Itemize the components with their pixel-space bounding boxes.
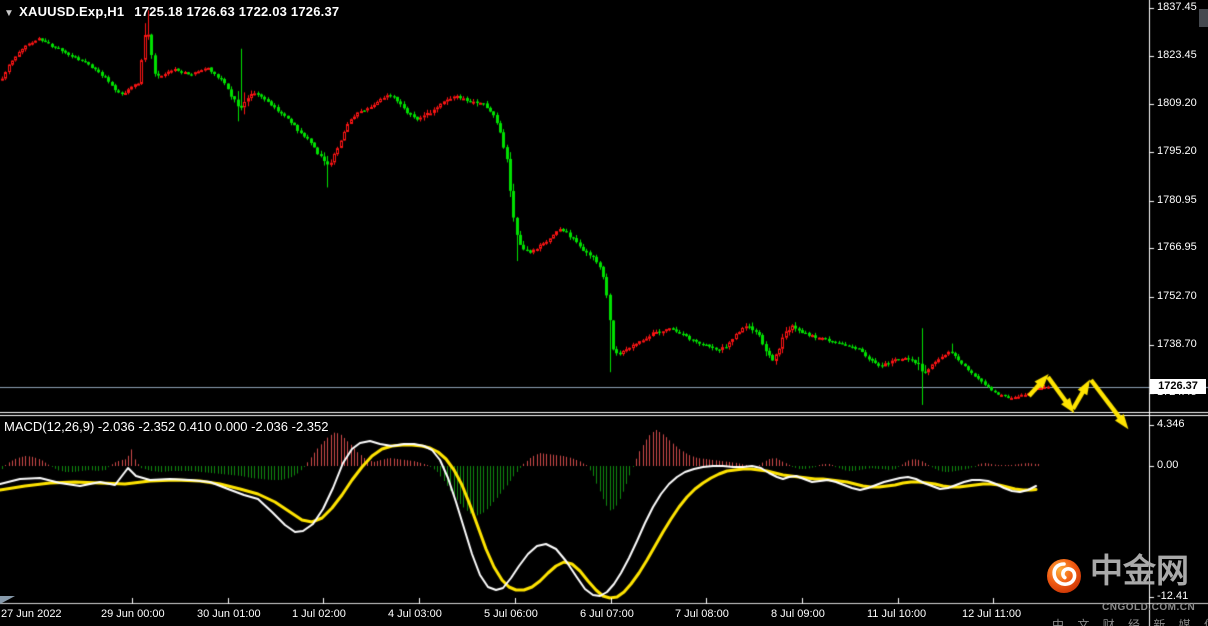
time-axis-label: 11 Jul 10:00 — [867, 608, 927, 620]
price-axis-label: 1752.70 — [1157, 290, 1197, 302]
chart-title-bar: ▼ XAUUSD.Exp,H1 1725.18 1726.63 1722.03 17… — [4, 4, 339, 19]
price-axis-label: 1780.95 — [1157, 194, 1197, 206]
price-axis-label: 1795.20 — [1157, 145, 1197, 157]
chart-symbol-label: XAUUSD.Exp,H1 — [19, 4, 125, 19]
current-price-tag: 1726.37 — [1150, 379, 1206, 394]
time-axis-label: 5 Jul 06:00 — [484, 608, 538, 620]
time-axis-label: 6 Jul 07:00 — [580, 608, 634, 620]
brand-text: 中金网 — [1090, 551, 1189, 590]
time-axis-label: 29 Jun 00:00 — [101, 608, 165, 620]
ohlc-quote-label: 1725.18 1726.63 1722.03 1726.37 — [134, 4, 340, 19]
macd-indicator-label: MACD(12,26,9) -2.036 -2.352 0.410 0.000 … — [4, 419, 329, 434]
price-axis-label: 1738.70 — [1157, 338, 1197, 350]
time-axis-label: 8 Jul 09:00 — [771, 608, 825, 620]
price-axis-label: 1823.45 — [1157, 49, 1197, 61]
cloud-logo-icon — [1047, 559, 1081, 593]
chart-window: ▼ XAUUSD.Exp,H1 1725.18 1726.63 1722.03 17… — [0, 0, 1208, 626]
chart-shift-box[interactable] — [1199, 9, 1208, 27]
symbol-dropdown-icon: ▼ — [4, 8, 15, 19]
time-axis-label: 7 Jul 08:00 — [675, 608, 729, 620]
macd-axis-label: 0.00 — [1157, 459, 1179, 471]
time-axis-label: 27 Jun 2022 — [1, 608, 62, 620]
time-axis-label: 12 Jul 11:00 — [962, 608, 1022, 620]
time-axis-label: 30 Jun 01:00 — [197, 608, 261, 620]
chart-canvas[interactable] — [0, 0, 1208, 626]
time-axis[interactable]: 27 Jun 2022 29 Jun 00:00 30 Jun 01:00 1 Jul… — [0, 605, 1208, 626]
time-axis-label: 4 Jul 03:00 — [388, 608, 442, 620]
macd-axis-label: 4.346 — [1157, 418, 1185, 430]
scroll-end-marker[interactable] — [0, 596, 15, 604]
price-axis-label: 1809.20 — [1157, 97, 1197, 109]
macd-axis-label: -12.41 — [1157, 590, 1189, 602]
time-axis-label: 1 Jul 02:00 — [292, 608, 346, 620]
price-axis-label: 1766.95 — [1157, 241, 1197, 253]
price-axis-label: 1837.45 — [1157, 1, 1197, 13]
